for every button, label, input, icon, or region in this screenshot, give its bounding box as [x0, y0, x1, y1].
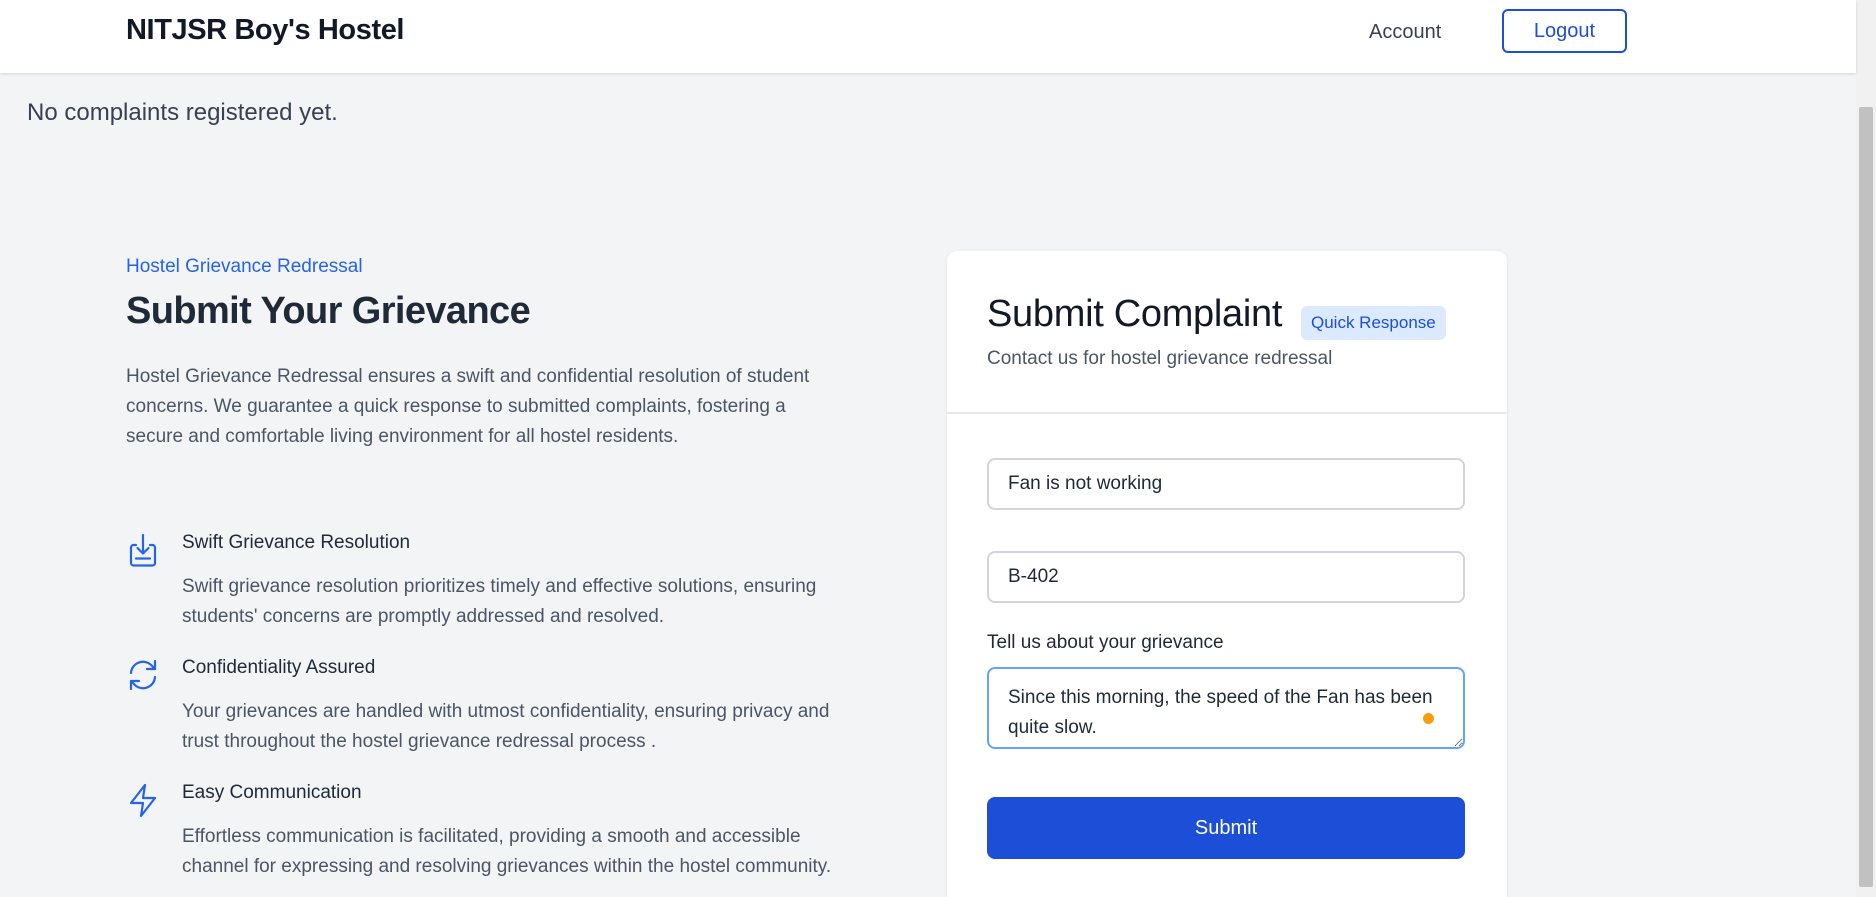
complaint-form-card: Submit Complaint Quick Response Contact … [947, 251, 1507, 897]
feature-title: Easy Communication [182, 782, 362, 803]
grievance-label: Tell us about your grievance [987, 632, 1224, 653]
feature-description: Swift grievance resolution prioritizes t… [182, 576, 817, 627]
form-title: Submit Complaint [987, 293, 1283, 335]
hero-description: Hostel Grievance Redressal ensures a swi… [126, 366, 810, 447]
feature-title: Confidentiality Assured [182, 657, 376, 678]
grammar-indicator-icon[interactable] [1423, 713, 1434, 724]
grievance-textarea[interactable]: Since this morning, the speed of the Fan… [987, 667, 1465, 749]
form-subtitle: Contact us for hostel grievance redressa… [987, 348, 1333, 369]
top-navbar: NITJSR Boy's Hostel Account Logout [0, 0, 1856, 73]
page-scrollbar-thumb[interactable] [1859, 107, 1873, 887]
refresh-icon [126, 657, 160, 693]
feature-description: Your grievances are handled with utmost … [182, 701, 830, 752]
no-complaints-message: No complaints registered yet. [27, 99, 338, 126]
room-number-input[interactable] [987, 551, 1465, 603]
logout-button[interactable]: Logout [1502, 9, 1627, 53]
submit-button[interactable]: Submit [987, 797, 1465, 859]
card-divider [947, 412, 1507, 414]
feature-description: Effortless communication is facilitated,… [182, 826, 832, 877]
lightning-icon [126, 782, 160, 818]
account-link[interactable]: Account [1369, 21, 1441, 44]
section-eyebrow: Hostel Grievance Redressal [126, 256, 363, 277]
brand-logo-text[interactable]: NITJSR Boy's Hostel [126, 14, 404, 47]
page-title: Submit Your Grievance [126, 290, 531, 332]
complaint-title-input[interactable] [987, 458, 1465, 510]
download-box-icon [126, 532, 160, 568]
quick-response-badge: Quick Response [1301, 306, 1446, 340]
feature-title: Swift Grievance Resolution [182, 532, 411, 553]
